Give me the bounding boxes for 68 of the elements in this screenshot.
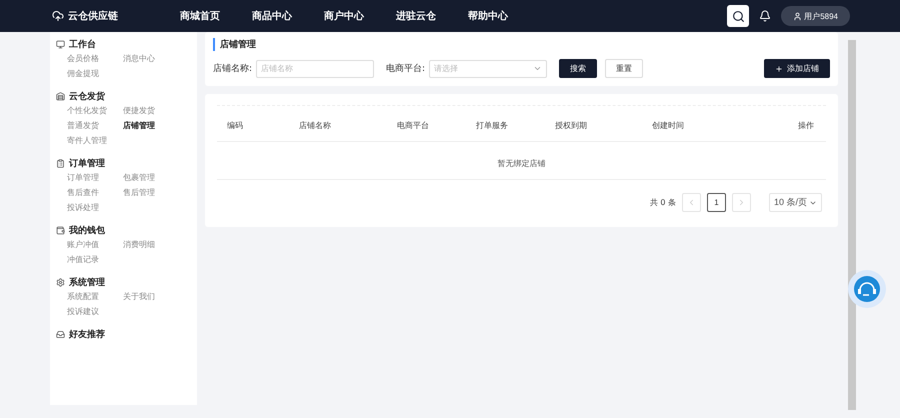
- sidebar-item[interactable]: 售后管理: [123, 187, 179, 198]
- select-field[interactable]: 请选择: [429, 60, 548, 78]
- reset-button[interactable]: 重置: [605, 59, 644, 78]
- nav-link[interactable]: 商品中心: [252, 9, 292, 23]
- logo-text: 云仓供应链: [68, 9, 118, 23]
- nav-link[interactable]: 进驻云仓: [396, 9, 436, 23]
- column-header: 授权到期: [555, 120, 588, 131]
- nav-link[interactable]: 帮助中心: [468, 9, 508, 23]
- field-label: 电商平台:: [386, 62, 426, 75]
- group-title: 订单管理: [69, 158, 105, 170]
- user-icon: [793, 12, 802, 20]
- logo[interactable]: 云仓供应链: [52, 9, 180, 23]
- sidebar-item[interactable]: 投诉处理: [67, 202, 123, 213]
- group-title: 系统管理: [69, 276, 105, 288]
- sidebar-item[interactable]: 消费明细: [123, 239, 179, 250]
- column-header: 创建时间: [652, 120, 685, 131]
- headset-icon: [857, 281, 877, 297]
- sidebar-item[interactable]: 便捷发货: [123, 105, 179, 116]
- support-button[interactable]: [848, 270, 886, 308]
- search-icon: [732, 10, 745, 22]
- search-button[interactable]: 搜索: [559, 59, 598, 78]
- sidebar-item[interactable]: 消息中心: [123, 53, 179, 64]
- user-button[interactable]: 用户5894: [781, 6, 850, 26]
- search-button[interactable]: [727, 5, 750, 27]
- nav-link[interactable]: 商城首页: [180, 9, 220, 23]
- sidebar-item[interactable]: 会员价格: [67, 53, 123, 64]
- cloud-icon: [52, 10, 64, 22]
- field-label: 店铺名称:: [213, 62, 252, 75]
- add-button[interactable]: 添加店铺: [764, 59, 830, 78]
- empty-message: 暂无绑定店铺: [498, 159, 546, 168]
- sidebar-item[interactable]: 店铺管理: [123, 120, 179, 131]
- chevron-down-icon: [533, 64, 542, 73]
- sidebar-item[interactable]: 投诉建议: [67, 306, 123, 317]
- warehouse-icon: [56, 92, 65, 100]
- sidebar-item[interactable]: 寄件人管理: [67, 135, 123, 146]
- sidebar-item[interactable]: 售后查件: [67, 187, 123, 198]
- group-title: 工作台: [69, 38, 96, 50]
- sidebar-item[interactable]: 关于我们: [123, 291, 179, 302]
- column-header: 编码: [227, 120, 244, 131]
- group-title: 好友推荐: [69, 328, 105, 340]
- inbox-icon: [56, 330, 65, 338]
- page-title: 店铺管理: [213, 38, 830, 51]
- group-title: 我的钱包: [69, 224, 105, 236]
- column-header: 打单服务: [476, 120, 509, 131]
- plus-icon: [775, 64, 783, 72]
- monitor-icon: [56, 40, 65, 48]
- sidebar-item[interactable]: 订单管理: [67, 172, 123, 183]
- page-button[interactable]: 1: [706, 193, 726, 212]
- sidebar-item[interactable]: 普通发货: [67, 120, 123, 131]
- sidebar-item[interactable]: 佣金提现: [67, 68, 123, 79]
- nav-link[interactable]: 商户中心: [324, 9, 364, 23]
- sidebar-item[interactable]: 账户冲值: [67, 239, 123, 250]
- sidebar-item[interactable]: 冲值记录: [67, 254, 123, 265]
- sidebar-item[interactable]: 包裹管理: [123, 172, 179, 183]
- wallet-icon: [56, 226, 65, 234]
- sidebar-item[interactable]: 系统配置: [67, 291, 123, 302]
- settings-icon: [56, 278, 65, 286]
- scrollbar[interactable]: [848, 40, 856, 410]
- sidebar-item[interactable]: 个性化发货: [67, 105, 123, 116]
- total-count: 共 0 条: [650, 197, 676, 208]
- column-header: 操作: [798, 120, 815, 131]
- page-size-select[interactable]: 10 条/页: [768, 193, 822, 212]
- column-header: 电商平台: [397, 120, 430, 131]
- column-header: 店铺名称: [299, 120, 332, 131]
- clipboard-icon: [56, 158, 65, 168]
- bell-icon[interactable]: [759, 10, 772, 22]
- input-field[interactable]: 店铺名称: [256, 60, 374, 78]
- group-title: 云仓发货: [69, 90, 105, 102]
